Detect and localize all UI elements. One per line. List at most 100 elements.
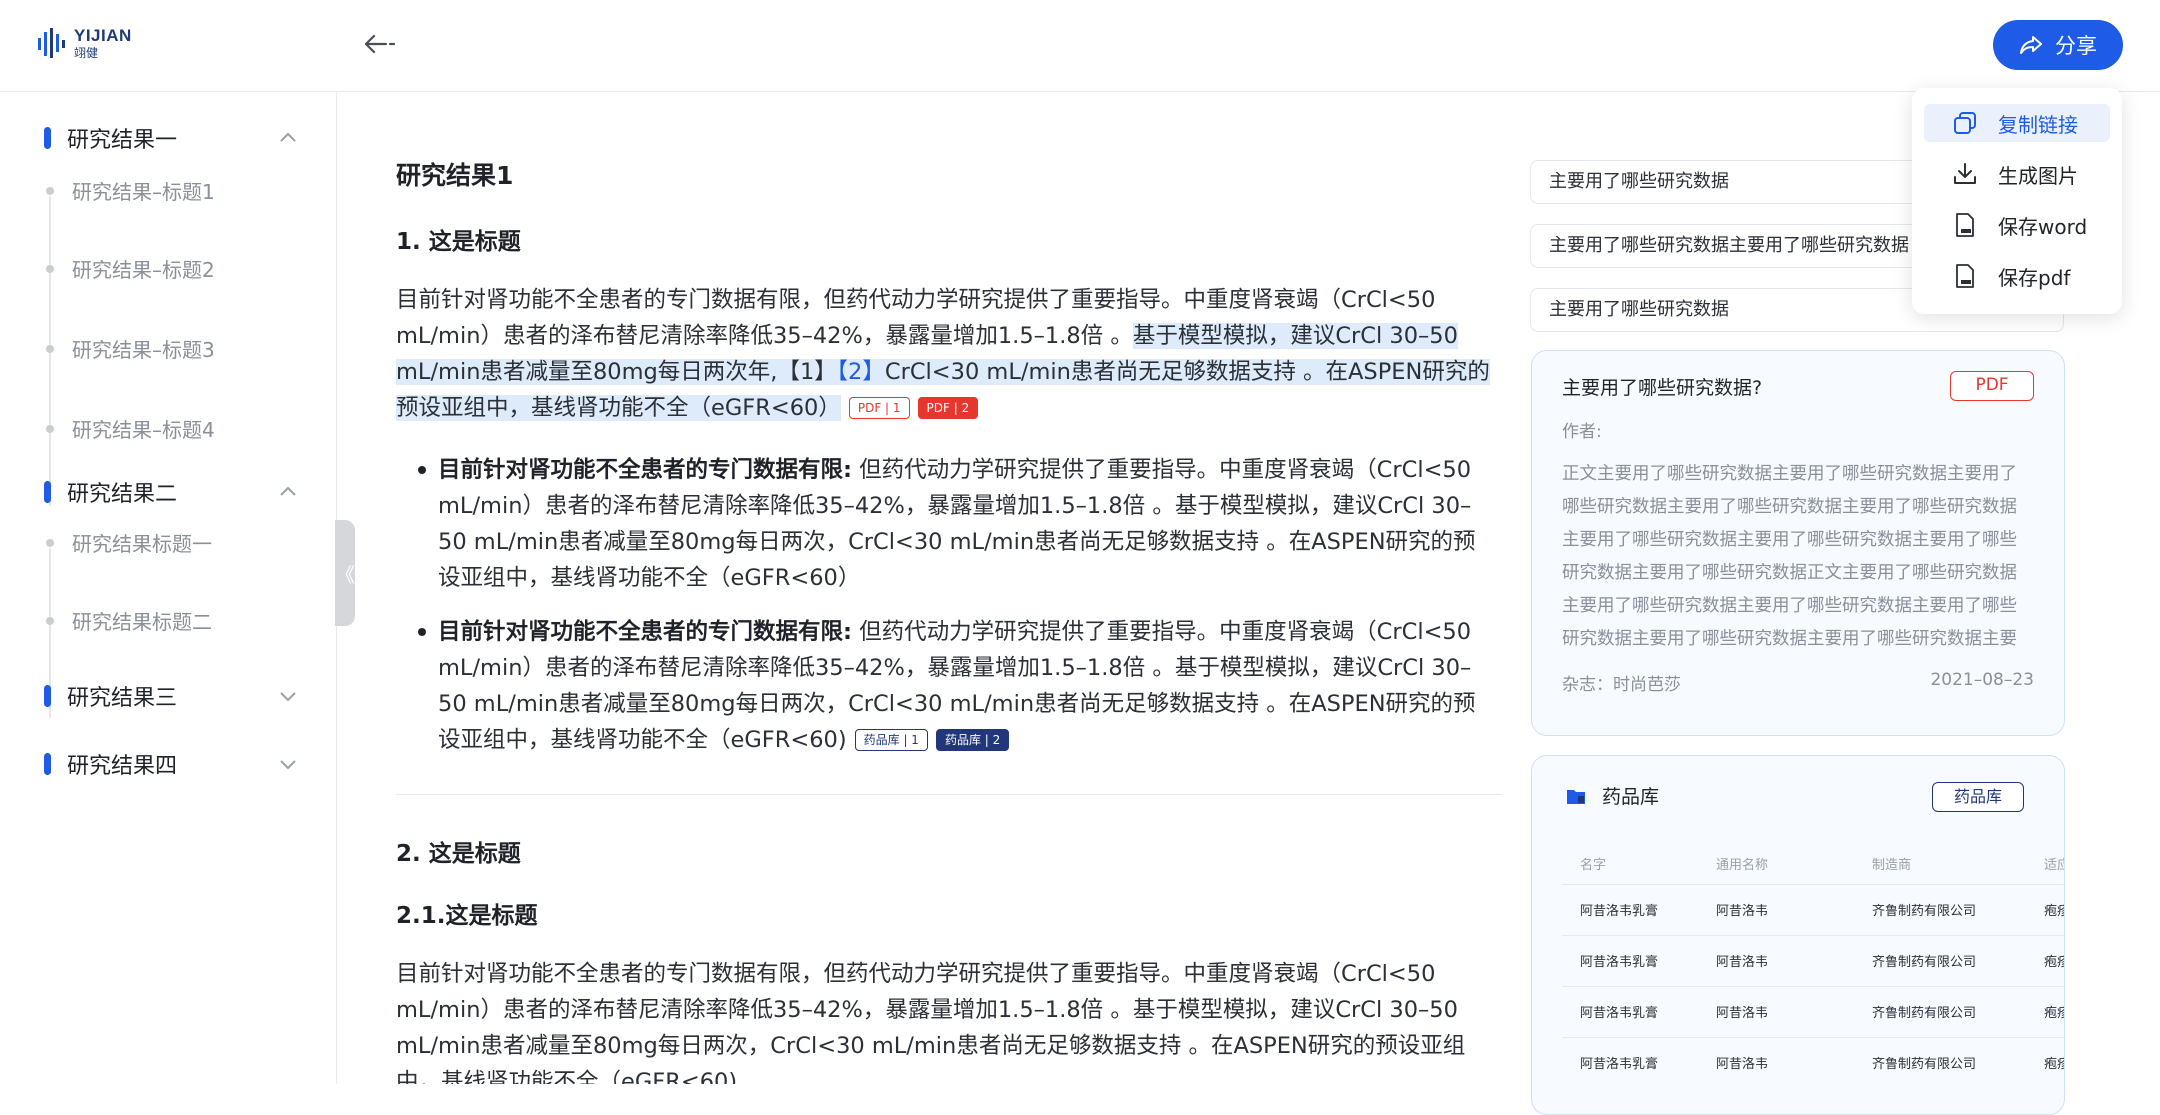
logo-cn: 翊健	[74, 46, 99, 60]
menu-item-label: 生成图片	[1998, 163, 2078, 188]
section-marker	[44, 127, 51, 149]
logo[interactable]: YIJIAN 翊健	[36, 26, 132, 60]
chevron-up-icon[interactable]	[276, 126, 300, 150]
toc-item-label: 研究结果–标题4	[72, 418, 215, 442]
menu-item-generate-image[interactable]: 生成图片	[1924, 155, 2110, 193]
drugdb-citation-tag-1[interactable]: 药品库 | 1	[854, 729, 928, 751]
pdf-citation-tag-2[interactable]: PDF | 2	[917, 397, 979, 419]
table-cell: 齐鲁制药有限公司	[1854, 883, 2026, 935]
menu-item-label: 保存word	[1998, 214, 2088, 239]
toc-item[interactable]: 研究结果–标题4	[44, 414, 215, 443]
chevron-down-icon[interactable]	[276, 684, 300, 708]
back-arrow-icon	[364, 34, 396, 54]
subsection-heading: 2.1.这是标题	[396, 903, 538, 929]
table-row[interactable]: 阿昔洛韦乳膏 阿昔洛韦 齐鲁制药有限公司 疱疹	[1562, 985, 2064, 1037]
table-row[interactable]: 阿昔洛韦乳膏 阿昔洛韦 齐鲁制药有限公司 疱疹	[1562, 1036, 2064, 1088]
bullet-bold: 目前针对肾功能不全患者的专门数据有限:	[438, 457, 852, 483]
table-row[interactable]: 阿昔洛韦乳膏 阿昔洛韦 齐鲁制药有限公司 疱疹	[1562, 934, 2064, 986]
share-menu: 复制链接 生成图片 保存word 保存pdf	[1912, 88, 2122, 314]
chevron-down-icon[interactable]	[276, 752, 300, 776]
word-file-icon	[1956, 213, 1974, 237]
logo-mark-icon	[38, 28, 65, 58]
table-cell: 阿昔洛韦	[1698, 934, 1854, 986]
source-excerpt: 正文主要用了哪些研究数据主要用了哪些研究数据主要用了哪些研究数据主要用了哪些研究…	[1562, 464, 2017, 649]
menu-item-save-pdf[interactable]: 保存pdf	[1924, 257, 2110, 295]
toc-section-3[interactable]: 研究结果三	[44, 680, 300, 712]
bullet-bold: 目前针对肾功能不全患者的专门数据有限:	[438, 619, 852, 645]
pdf-file-icon	[1956, 264, 1974, 288]
column-header: 制造商	[1872, 858, 1912, 874]
share-button[interactable]: 分享	[1993, 20, 2123, 70]
toc-section-1[interactable]: 研究结果一	[44, 122, 300, 154]
sidebar-toc: 研究结果一 研究结果–标题1 研究结果–标题2 研究结果–标题3 研究结果–标题…	[0, 92, 337, 1084]
menu-item-copy-link[interactable]: 复制链接	[1924, 104, 2110, 142]
source-author: 作者:	[1562, 422, 1602, 442]
section-heading: 2. 这是标题	[396, 841, 521, 867]
source-card-title: 主要用了哪些研究数据?	[1562, 376, 1763, 399]
toc-item-label: 研究结果标题二	[72, 610, 212, 634]
section-marker	[44, 685, 51, 707]
toc-section-2[interactable]: 研究结果二	[44, 476, 300, 508]
toc-section-label: 研究结果四	[67, 754, 178, 779]
table-cell: 阿昔洛韦	[1698, 883, 1854, 935]
back-button[interactable]	[360, 28, 400, 60]
toc-item-label: 研究结果–标题3	[72, 338, 215, 362]
copy-icon	[1954, 112, 1976, 134]
top-bar: YIJIAN 翊健 分享	[0, 0, 2160, 92]
toc-section-label: 研究结果一	[67, 128, 178, 153]
table-cell: 疱疹	[2026, 883, 2064, 935]
table-row[interactable]: 阿昔洛韦乳膏 阿昔洛韦 齐鲁制药有限公司 疱疹	[1562, 883, 2064, 935]
drug-table: 名字 通用名称 制造商 适应 阿昔洛韦乳膏 阿昔洛韦 齐鲁制药有限公司 疱疹 阿…	[1562, 844, 2064, 1088]
section-divider	[396, 794, 1502, 795]
share-label: 分享	[2055, 34, 2097, 58]
toc-dot	[46, 424, 54, 433]
toc-dot	[46, 264, 54, 273]
column-header: 适应	[2044, 858, 2064, 874]
pdf-citation-tag-1[interactable]: PDF | 1	[848, 397, 910, 419]
column-header: 名字	[1580, 858, 1607, 874]
toc-item[interactable]: 研究结果–标题3	[44, 334, 215, 363]
source-journal: 杂志：时尚芭莎	[1562, 675, 1681, 695]
table-cell: 齐鲁制药有限公司	[1854, 985, 2026, 1037]
menu-item-label: 保存pdf	[1998, 265, 2071, 290]
toc-item[interactable]: 研究结果标题一	[44, 528, 212, 557]
drugdb-citation-tag-2[interactable]: 药品库 | 2	[935, 729, 1010, 751]
paragraph: 目前针对肾功能不全患者的专门数据有限，但药代动力学研究提供了重要指导。中重度肾衰…	[396, 282, 1496, 426]
sidebar-collapse-handle[interactable]: 《	[335, 520, 355, 626]
toc-dot	[46, 344, 54, 353]
citation-ref-1[interactable]: 【1】	[777, 359, 836, 385]
menu-item-save-word[interactable]: 保存word	[1924, 206, 2110, 244]
toc-item[interactable]: 研究结果标题二	[44, 606, 212, 635]
toc-item-label: 研究结果标题一	[72, 532, 212, 556]
table-cell: 阿昔洛韦乳膏	[1562, 985, 1698, 1037]
table-cell: 疱疹	[2026, 1036, 2064, 1088]
toc-dot	[46, 538, 54, 547]
section-marker	[44, 481, 51, 503]
table-cell: 阿昔洛韦乳膏	[1562, 934, 1698, 986]
logo-text: YIJIAN 翊健	[74, 27, 132, 59]
toc-dot	[46, 186, 54, 195]
drug-database-card: 药品库 药品库 名字 通用名称 制造商 适应 阿昔洛韦乳膏 阿昔洛韦 齐鲁制药有…	[1531, 755, 2065, 1115]
drug-card-title: 药品库	[1602, 786, 1660, 808]
toc-item[interactable]: 研究结果–标题1	[44, 176, 215, 205]
toc-section-label: 研究结果三	[67, 686, 178, 711]
citation-ref-2[interactable]: 【2】	[837, 359, 885, 385]
document-title: 研究结果1	[396, 161, 514, 190]
share-icon	[2020, 36, 2042, 54]
paragraph: 目前针对肾功能不全患者的专门数据有限，但药代动力学研究提供了重要指导。中重度肾衰…	[396, 961, 1466, 1084]
table-cell: 疱疹	[2026, 934, 2064, 986]
toc-section-4[interactable]: 研究结果四	[44, 748, 300, 780]
chevron-up-icon[interactable]	[276, 480, 300, 504]
toc-dot	[46, 616, 54, 625]
table-cell: 疱疹	[2026, 985, 2064, 1037]
pdf-badge[interactable]: PDF	[1950, 371, 2034, 401]
document-content: 研究结果1 1. 这是标题 目前针对肾功能不全患者的专门数据有限，但药代动力学研…	[396, 92, 1502, 1084]
source-date: 2021–08–23	[1930, 670, 2034, 690]
toc-item[interactable]: 研究结果–标题2	[44, 254, 215, 283]
bullet-item: 目前针对肾功能不全患者的专门数据有限: 但药代动力学研究提供了重要指导。中重度肾…	[418, 614, 1496, 758]
table-cell: 齐鲁制药有限公司	[1854, 1036, 2026, 1088]
table-header-row: 名字 通用名称 制造商 适应	[1562, 844, 2064, 884]
drug-database-button[interactable]: 药品库	[1932, 782, 2024, 812]
source-card[interactable]: 主要用了哪些研究数据? PDF 作者: 正文主要用了哪些研究数据主要用了哪些研究…	[1531, 350, 2065, 736]
section-marker	[44, 753, 51, 775]
